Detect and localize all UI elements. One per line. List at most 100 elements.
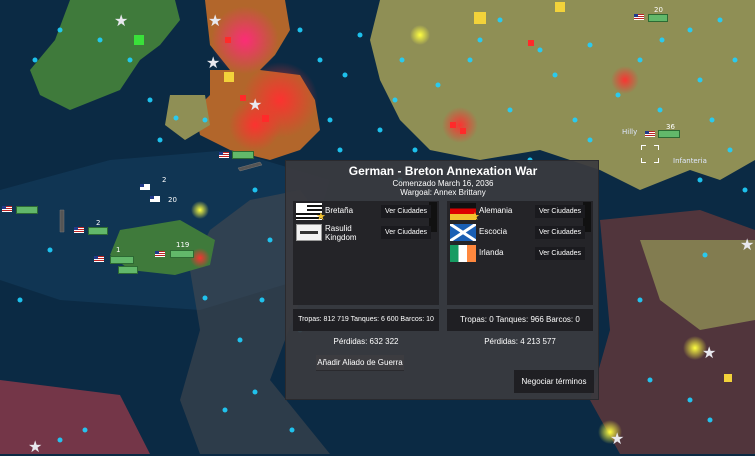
selection-bracket-icon[interactable] <box>641 145 659 163</box>
unit-health-bar[interactable] <box>648 14 668 22</box>
city-dot[interactable] <box>572 117 578 123</box>
city-dot[interactable] <box>742 187 748 193</box>
unit-count: 36 <box>666 123 675 131</box>
city-dot[interactable] <box>697 177 703 183</box>
view-cities-button[interactable]: Ver Ciudades <box>381 226 431 239</box>
us-flag-icon <box>2 206 12 212</box>
capital-star-icon: ★ <box>114 13 129 30</box>
city-dot[interactable] <box>57 437 63 443</box>
add-war-ally-button[interactable]: Añadir Aliado de Guerra <box>316 355 404 371</box>
city-dot[interactable] <box>657 107 663 113</box>
us-flag-icon <box>94 256 104 262</box>
glow-red <box>442 107 478 143</box>
city-dot[interactable] <box>342 72 348 78</box>
city-dot[interactable] <box>202 117 208 123</box>
city-dot[interactable] <box>412 147 418 153</box>
city-dot[interactable] <box>615 92 621 98</box>
unit-count: 20 <box>168 196 177 204</box>
city-dot[interactable] <box>357 32 363 38</box>
defender-losses: Pérdidas: 4 213 577 <box>484 337 556 346</box>
city-dot[interactable] <box>127 57 133 63</box>
country-row-escocia: Escocia Ver Ciudades <box>450 224 585 243</box>
green-squares <box>134 35 144 45</box>
war-goal: Wargoal: Annex Brittany <box>400 188 486 197</box>
country-name: Rasulid Kingdom <box>325 224 357 242</box>
view-cities-button[interactable]: Ver Ciudades <box>535 226 585 239</box>
city-dot[interactable] <box>32 57 38 63</box>
city-dot[interactable] <box>252 389 258 395</box>
city-dot[interactable] <box>252 187 258 193</box>
city-dot[interactable] <box>173 115 179 121</box>
city-dot[interactable] <box>222 407 228 413</box>
city-dot[interactable] <box>587 42 593 48</box>
city-dot[interactable] <box>467 57 473 63</box>
capital-star-icon: ★ <box>740 237 755 254</box>
view-cities-button[interactable]: Ver Ciudades <box>535 247 585 260</box>
view-cities-button[interactable]: Ver Ciudades <box>381 205 431 218</box>
city-dot[interactable] <box>82 427 88 433</box>
city-dot[interactable] <box>707 417 713 423</box>
unit-count: 1 <box>116 246 121 254</box>
city-dot[interactable] <box>392 97 398 103</box>
city-dot[interactable] <box>637 297 643 303</box>
country-row-alemania: ★ Alemania Ver Ciudades <box>450 203 585 223</box>
city-dot[interactable] <box>237 337 243 343</box>
city-dot[interactable] <box>552 72 558 78</box>
country-name: Irlanda <box>479 248 504 257</box>
scotland-flag-icon <box>450 224 476 241</box>
city-dot[interactable] <box>17 297 23 303</box>
city-dot[interactable] <box>659 37 665 43</box>
city-dot[interactable] <box>727 147 733 153</box>
city-dot[interactable] <box>47 247 53 253</box>
city-dot[interactable] <box>587 137 593 143</box>
defender-list: ★ Alemania Ver Ciudades Escocia Ver Ciud… <box>447 201 593 305</box>
unit-health-bar[interactable] <box>170 250 194 258</box>
unit-health-bar[interactable] <box>658 130 680 138</box>
unit-health-bar[interactable] <box>118 266 138 274</box>
unit-health-bar[interactable] <box>110 256 134 264</box>
city-dot[interactable] <box>157 137 163 143</box>
unit-health-bar[interactable] <box>232 151 254 159</box>
city-dot[interactable] <box>377 127 383 133</box>
war-start-date: Comenzado March 16, 2036 <box>392 179 494 188</box>
city-dot[interactable] <box>687 397 693 403</box>
city-dot[interactable] <box>507 107 513 113</box>
city-dot[interactable] <box>537 47 543 53</box>
city-dot[interactable] <box>202 295 208 301</box>
city-dot[interactable] <box>289 427 295 433</box>
uk-flag-icon <box>140 184 150 190</box>
attacker-list: ★ Bretaña Ver Ciudades Rasulid Kingdom V… <box>293 201 439 305</box>
country-name: Escocia <box>479 227 508 236</box>
city-dot[interactable] <box>259 297 265 303</box>
country-row-irlanda: Irlanda Ver Ciudades <box>450 245 585 264</box>
city-dot[interactable] <box>697 77 703 83</box>
city-dot[interactable] <box>477 37 483 43</box>
city-dot[interactable] <box>647 377 653 383</box>
city-dot[interactable] <box>327 117 333 123</box>
city-dot[interactable] <box>702 252 708 258</box>
city-dot[interactable] <box>337 147 343 153</box>
defender-stats: Tropas: 0 Tanques: 966 Barcos: 0 <box>447 309 593 331</box>
city-dot[interactable] <box>399 57 405 63</box>
city-dot[interactable] <box>57 27 63 33</box>
city-dot[interactable] <box>297 27 303 33</box>
city-dot[interactable] <box>709 117 715 123</box>
view-cities-button[interactable]: Ver Ciudades <box>535 205 585 218</box>
city-dot[interactable] <box>435 82 441 88</box>
city-dot[interactable] <box>717 17 723 23</box>
city-dot[interactable] <box>97 37 103 43</box>
city-dot[interactable] <box>147 97 153 103</box>
war-panel: German - Breton Annexation War Comenzado… <box>285 160 599 400</box>
unit-health-bar[interactable] <box>88 227 108 235</box>
city-dot[interactable] <box>497 17 503 23</box>
unit-health-bar[interactable] <box>16 206 38 214</box>
city-dot[interactable] <box>687 27 693 33</box>
city-dot[interactable] <box>267 237 273 243</box>
city-dot[interactable] <box>732 57 738 63</box>
country-name: Alemania <box>479 206 513 215</box>
country-name: Bretaña <box>325 206 354 215</box>
unit-count: 119 <box>176 241 190 249</box>
city-dot[interactable] <box>317 57 323 63</box>
city-dot[interactable] <box>637 57 643 63</box>
negotiate-terms-button[interactable]: Negociar términos <box>514 370 594 393</box>
